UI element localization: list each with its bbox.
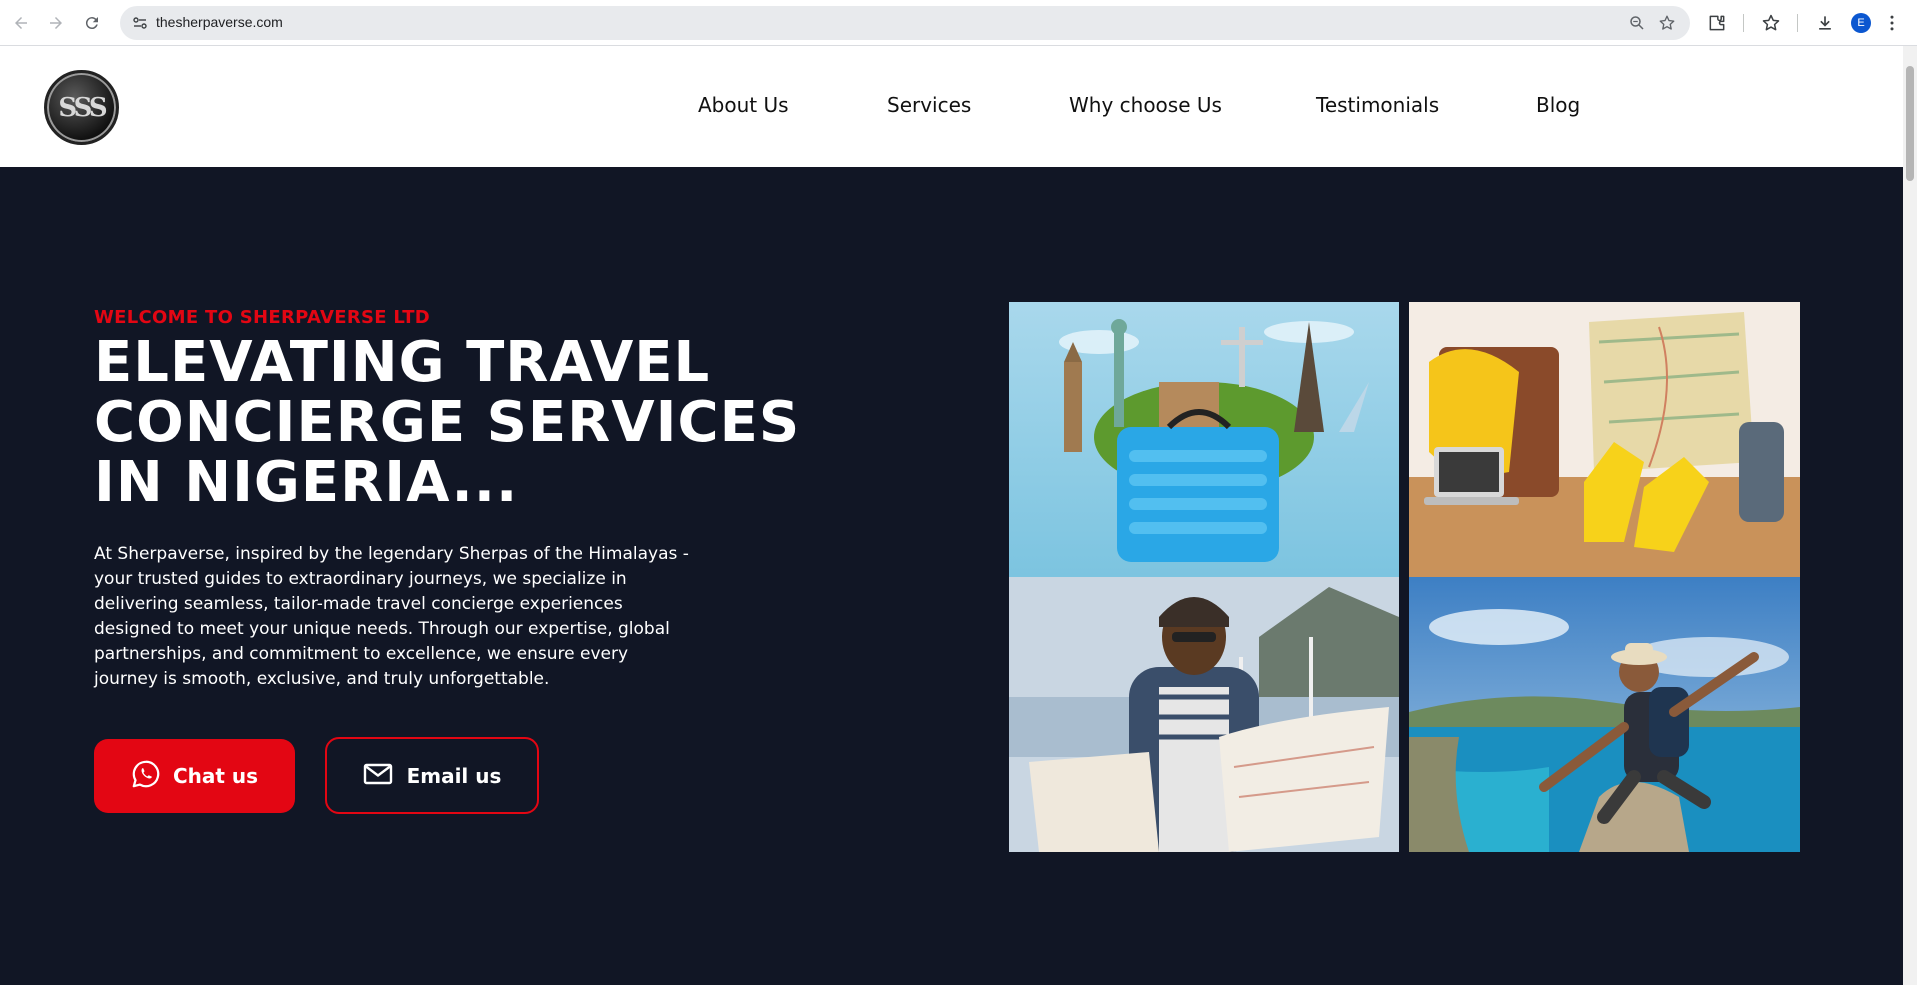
nav-why-choose-us[interactable]: Why choose Us: [1069, 93, 1222, 117]
headline-line: ELEVATING TRAVEL: [94, 330, 711, 395]
logo-text: SSS: [58, 92, 107, 123]
extensions-icon[interactable]: [1705, 11, 1729, 35]
profile-avatar[interactable]: E: [1851, 13, 1871, 33]
email-us-button[interactable]: Email us: [325, 737, 539, 814]
photo-traveler-seaside: [1409, 577, 1800, 852]
address-bar[interactable]: thesherpaverse.com: [120, 6, 1690, 40]
headline-line: IN NIGERIA...: [94, 450, 519, 515]
nav-about-us[interactable]: About Us: [698, 93, 789, 117]
scrollbar-thumb[interactable]: [1906, 66, 1914, 181]
toolbar-divider: [1797, 14, 1798, 32]
nav-testimonials[interactable]: Testimonials: [1316, 93, 1439, 117]
hero-section: WELCOME TO SHERPAVERSE LTD ELEVATING TRA…: [0, 167, 1903, 985]
back-icon[interactable]: [9, 11, 33, 35]
browser-toolbar: thesherpaverse.com E: [0, 0, 1917, 46]
photo-landmarks-suitcase: [1009, 302, 1399, 577]
chat-us-button[interactable]: Chat us: [94, 739, 295, 813]
site-logo[interactable]: SSS: [44, 70, 119, 145]
bookmarks-icon[interactable]: [1759, 11, 1783, 35]
email-us-label: Email us: [406, 763, 502, 788]
hero-description: At Sherpaverse, inspired by the legendar…: [94, 544, 689, 689]
photo-traveler-with-map: [1009, 577, 1399, 852]
nav-services[interactable]: Services: [887, 93, 971, 117]
whatsapp-icon: [131, 759, 161, 793]
forward-icon[interactable]: [44, 11, 68, 35]
headline-line: CONCIERGE SERVICES: [94, 390, 801, 455]
chat-us-label: Chat us: [172, 764, 259, 788]
zoom-icon[interactable]: [1628, 14, 1646, 32]
bookmark-star-icon[interactable]: [1658, 14, 1676, 32]
reload-icon[interactable]: [80, 11, 104, 35]
downloads-icon[interactable]: [1813, 11, 1837, 35]
site-info-icon[interactable]: [132, 15, 148, 31]
page-scrollbar[interactable]: [1903, 46, 1917, 985]
mail-icon: [363, 762, 393, 790]
photo-map-yellow-boots: [1409, 302, 1800, 577]
menu-kebab-icon[interactable]: [1880, 11, 1904, 35]
url-text[interactable]: thesherpaverse.com: [156, 14, 283, 30]
hero-headline: ELEVATING TRAVEL CONCIERGE SERVICES IN N…: [94, 333, 874, 513]
hero-eyebrow: WELCOME TO SHERPAVERSE LTD: [94, 307, 431, 328]
site-header: SSS About Us Services Why choose Us Test…: [0, 46, 1903, 167]
toolbar-divider: [1743, 14, 1744, 32]
nav-blog[interactable]: Blog: [1536, 93, 1580, 117]
